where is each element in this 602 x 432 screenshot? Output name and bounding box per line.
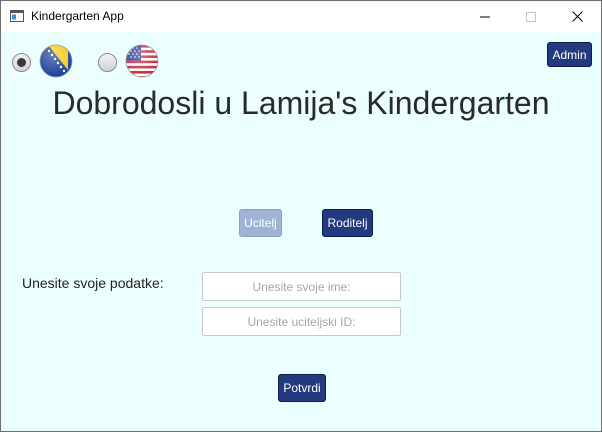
parent-button[interactable]: Roditelj <box>322 209 373 237</box>
radio-bosnian[interactable] <box>12 53 31 72</box>
form-prompt-label: Unesite svoje podatke: <box>22 275 164 291</box>
bosnia-flag-icon <box>39 44 73 78</box>
app-icon <box>10 10 24 22</box>
maximize-icon <box>526 11 536 22</box>
maximize-button[interactable] <box>508 1 554 32</box>
minimize-button[interactable] <box>462 1 508 32</box>
welcome-heading: Dobrodosli u Lamija's Kindergarten <box>52 85 550 121</box>
close-button[interactable] <box>554 1 600 32</box>
usa-flag-icon <box>125 44 159 78</box>
main-content: Admin Dobrodosli u Lamija's Kindergarten… <box>1 32 601 431</box>
radio-selected-dot <box>17 58 26 67</box>
radio-english[interactable] <box>98 53 117 72</box>
close-icon <box>571 11 583 22</box>
title-bar[interactable]: Kindergarten App <box>1 1 601 32</box>
teacher-button[interactable]: Ucitelj <box>239 209 282 237</box>
minimize-icon <box>480 16 490 17</box>
window-title: Kindergarten App <box>31 9 124 23</box>
app-window: Kindergarten App Admin Dobrodosli u Lami… <box>0 0 602 432</box>
admin-button[interactable]: Admin <box>547 42 592 67</box>
teacher-id-input[interactable] <box>202 307 401 336</box>
name-input[interactable] <box>202 272 401 301</box>
submit-button[interactable]: Potvrdi <box>278 374 326 402</box>
